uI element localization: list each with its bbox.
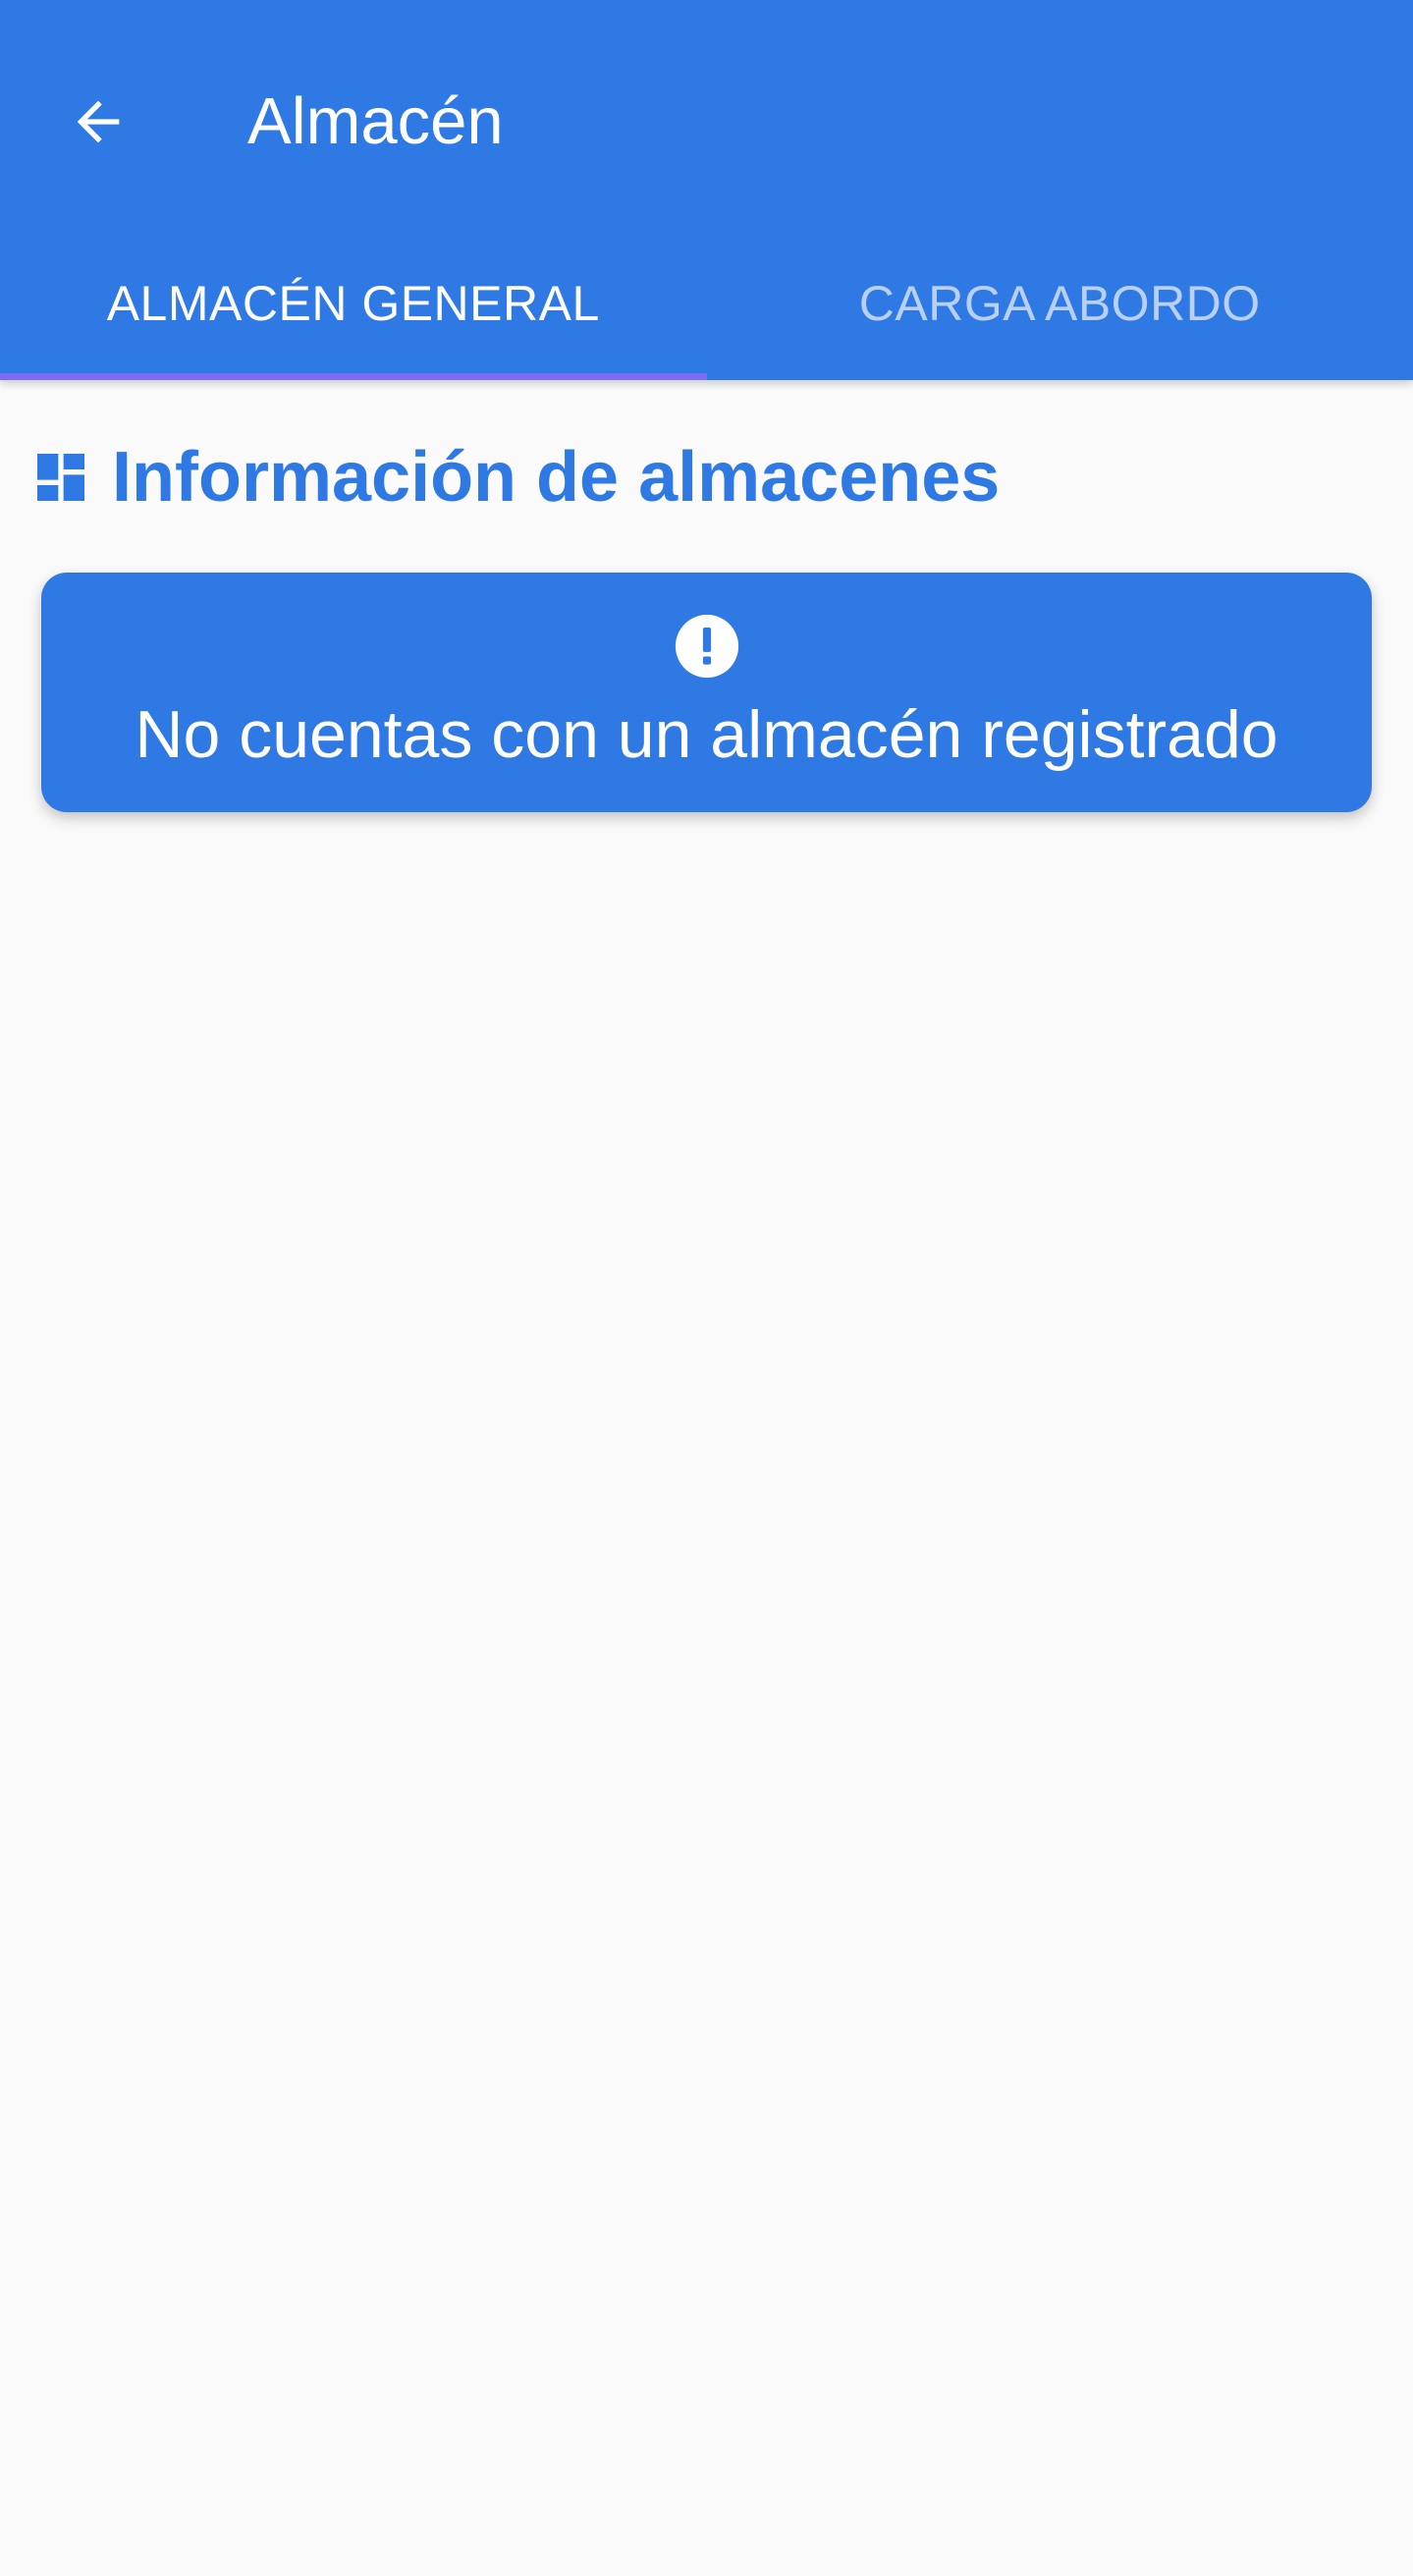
tab-label: ALMACÉN GENERAL [106, 275, 600, 331]
section-title: Información de almacenes [112, 438, 1001, 517]
tab-indicator [0, 373, 707, 380]
exclamation-circle-icon [675, 614, 739, 679]
empty-state-card: No cuentas con un almacén registrado [41, 573, 1372, 812]
empty-state-message: No cuentas con un almacén registrado [135, 697, 1278, 772]
page-title: Almacén [247, 84, 504, 158]
tab-bar: ALMACÉN GENERAL CARGA ABORDO [0, 226, 1413, 380]
dashboard-icon [37, 454, 84, 501]
tab-label: CARGA ABORDO [858, 275, 1261, 331]
arrow-left-icon [77, 100, 120, 143]
tab-almacen-general[interactable]: ALMACÉN GENERAL [0, 226, 707, 380]
app-bar: Almacén ALMACÉN GENERAL CARGA ABORDO [0, 0, 1413, 380]
tab-carga-abordo[interactable]: CARGA ABORDO [707, 226, 1413, 380]
section-header: Información de almacenes [29, 430, 1000, 524]
back-button[interactable] [51, 75, 145, 169]
